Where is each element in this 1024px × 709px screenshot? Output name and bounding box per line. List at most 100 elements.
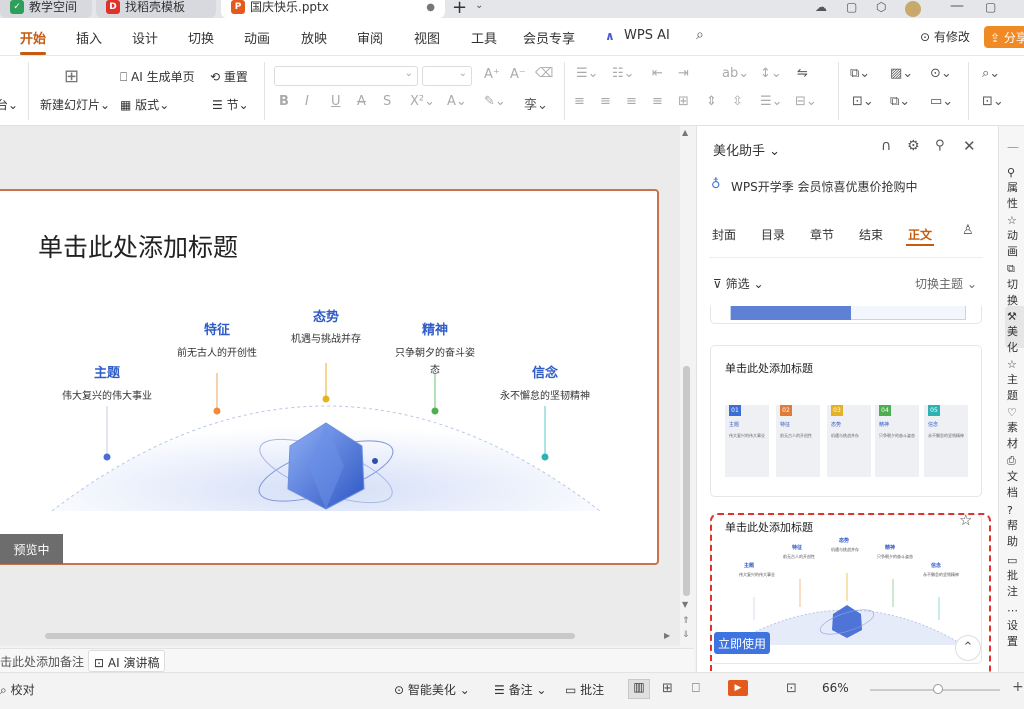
new-slide-icon[interactable]: ⊞	[64, 66, 79, 87]
sidebar-item-assets[interactable]: ♡ 素材	[1007, 406, 1024, 451]
revise-button[interactable]: ⊙ 有修改	[920, 28, 970, 45]
user-icon[interactable]: ♙	[962, 223, 974, 238]
vertical-scroll-thumb[interactable]	[683, 366, 690, 596]
menu-insert[interactable]: 插入	[76, 28, 102, 47]
menu-wps-ai[interactable]: WPS AI	[624, 28, 670, 43]
tab-chapter[interactable]: 章节	[810, 226, 834, 243]
template-card-columns[interactable]: 单击此处添加标题 01 主题 伟大复兴的伟大事业 02 特征 前无古人的开创性 03 态势…	[710, 345, 982, 497]
reading-view-icon[interactable]: ⎕	[692, 681, 700, 696]
text-shadow-icon[interactable]: S	[383, 94, 391, 109]
strikethrough-icon[interactable]: A	[357, 94, 366, 109]
template-card-partial[interactable]	[710, 306, 982, 324]
font-shrink-icon[interactable]: A⁻	[510, 67, 526, 82]
fit-window-icon[interactable]: ⊡	[786, 681, 797, 696]
tab-body[interactable]: 正文	[908, 226, 932, 243]
font-grow-icon[interactable]: A⁺	[484, 67, 500, 82]
picture-icon[interactable]: ▨⌄	[890, 66, 913, 81]
bold-icon[interactable]: B	[279, 94, 289, 109]
prev-slide-icon[interactable]: ⇑	[682, 616, 690, 626]
maximize-icon[interactable]: ▢	[985, 0, 996, 14]
menu-member[interactable]: 会员专享	[523, 28, 575, 47]
ai-single-page-button[interactable]: ⎕ AI 生成单页	[120, 68, 195, 85]
ai-script-button[interactable]: ⊡ AI 演讲稿	[88, 650, 166, 672]
slide-canvas[interactable]: 单击此处添加标题 主题 伟大复兴的伟大事业 特征 前无古人的开创性 态势 机遇与…	[0, 189, 659, 565]
zoom-slider-handle[interactable]	[933, 684, 943, 694]
tab-ending[interactable]: 结束	[859, 226, 883, 243]
sidebar-item-beautify[interactable]: ⚒ 美化	[1007, 310, 1024, 355]
layout-button[interactable]: ▦ 版式⌄	[120, 96, 169, 113]
superscript-icon[interactable]: X²⌄	[410, 94, 435, 109]
bullet-list-icon[interactable]: ☰⌄	[576, 66, 599, 81]
cloud-icon[interactable]: ☁	[815, 0, 827, 14]
clear-format-icon[interactable]: ⌫	[535, 66, 553, 81]
gear-icon[interactable]: ⚙	[907, 138, 920, 154]
new-tab-plus-icon[interactable]: +	[452, 0, 467, 18]
next-slide-icon[interactable]: ⇓	[682, 630, 690, 640]
menu-tools[interactable]: 工具	[471, 28, 497, 47]
column-icon[interactable]: ☰⌄	[760, 94, 783, 109]
ribbon-cut-label[interactable]: 台⌄	[0, 96, 18, 113]
play-slideshow-icon[interactable]: ▶	[728, 680, 748, 696]
sidebar-item-theme[interactable]: ☆ 主题	[1007, 358, 1024, 403]
distribute-icon[interactable]: ⊞	[678, 94, 689, 109]
search-icon[interactable]: ⌕	[696, 27, 704, 43]
zoom-level[interactable]: 66%	[822, 681, 849, 695]
italic-icon[interactable]: I	[305, 94, 309, 109]
horizontal-scroll-thumb[interactable]	[45, 633, 575, 639]
arrange-icon[interactable]: ⧉⌄	[890, 94, 910, 109]
tab-pptx-document[interactable]: P 国庆快乐.pptx ●	[221, 0, 445, 18]
comment-toggle-button[interactable]: ▭ 批注	[565, 681, 604, 698]
menu-home[interactable]: 开始	[20, 28, 46, 47]
tab-teaching-space[interactable]: ✓ 教学空间	[0, 0, 92, 18]
scroll-right-icon[interactable]: ▶	[664, 631, 670, 640]
sidebar-item-transition[interactable]: ⧉ 切换	[1007, 262, 1024, 308]
underline-icon[interactable]: U	[331, 94, 341, 109]
font-family-select[interactable]: ⌄	[274, 66, 418, 86]
shape-icon[interactable]: ⧉⌄	[850, 66, 870, 81]
menu-transition[interactable]: 切换	[188, 28, 214, 47]
cube-icon[interactable]: ⬡	[876, 0, 886, 14]
filter-button[interactable]: ⊽ 筛选 ⌄	[713, 275, 764, 292]
menu-view[interactable]: 视图	[414, 28, 440, 47]
find-icon[interactable]: ⌕⌄	[982, 66, 1000, 81]
use-now-button[interactable]: 立即使用	[714, 632, 770, 654]
slide-editing-area[interactable]: 单击此处添加标题 主题 伟大复兴的伟大事业 特征 前无古人的开创性 态势 机遇与…	[0, 126, 680, 646]
smart-beautify-button[interactable]: ⊙ 智能美化 ⌄	[394, 681, 470, 698]
vertical-scrollbar[interactable]: ▲ ▼ ⇑ ⇓	[680, 126, 694, 646]
justify-icon[interactable]: ≡	[652, 94, 663, 109]
menu-design[interactable]: 设计	[132, 28, 158, 47]
select-icon[interactable]: ⊡⌄	[982, 94, 1004, 109]
collapse-icon[interactable]: —	[1007, 140, 1019, 154]
slide-sorter-icon[interactable]: ⊞	[662, 681, 673, 696]
outline-icon[interactable]: ▭⌄	[930, 94, 953, 109]
sidebar-item-properties[interactable]: ⚲ 属性	[1007, 166, 1024, 211]
indent-icon[interactable]: ⇥	[678, 66, 689, 81]
align-right-icon[interactable]: ≡	[626, 94, 637, 109]
font-color-icon[interactable]: A⌄	[447, 94, 467, 109]
align-left-icon[interactable]: ≡	[574, 94, 585, 109]
new-slide-button[interactable]: 新建幻灯片⌄	[40, 96, 110, 113]
sidebar-item-document[interactable]: ⎙ 文档	[1007, 454, 1024, 500]
unsaved-dot-icon[interactable]: ●	[426, 2, 435, 14]
font-size-select[interactable]: ⌄	[422, 66, 472, 86]
avatar[interactable]	[905, 1, 921, 17]
sort-icon[interactable]: ↕⌄	[760, 66, 782, 81]
normal-view-icon[interactable]: ▥	[628, 679, 650, 699]
sidebar-item-comment[interactable]: ▭ 批注	[1007, 554, 1024, 599]
text-direction-icon[interactable]: ab⌄	[722, 66, 749, 81]
notes-placeholder[interactable]: 击此处添加备注	[0, 653, 84, 670]
proofread-button[interactable]: ⌕ 校对	[0, 681, 35, 698]
tab-template-store[interactable]: D 找稻壳模板	[96, 0, 216, 18]
sidebar-item-animation[interactable]: ☆ 动画	[1007, 214, 1024, 259]
menu-review[interactable]: 审阅	[357, 28, 383, 47]
switch-theme-button[interactable]: 切换主题 ⌄	[915, 275, 977, 292]
text-box-icon[interactable]: ⊡⌄	[852, 94, 874, 109]
tab-toc[interactable]: 目录	[761, 226, 785, 243]
sidebar-item-settings[interactable]: ⋯ 设置	[1007, 604, 1024, 649]
reset-button[interactable]: ⟲ 重置	[210, 68, 248, 85]
zoom-in-icon[interactable]: +	[1012, 679, 1024, 695]
line-spacing-icon[interactable]: ⇕	[706, 94, 717, 109]
notes-toggle-button[interactable]: ☰ 备注 ⌄	[494, 681, 546, 698]
panel-title[interactable]: 美化助手 ⌄	[713, 140, 780, 159]
text-box-align-icon[interactable]: ⊟⌄	[795, 94, 817, 109]
